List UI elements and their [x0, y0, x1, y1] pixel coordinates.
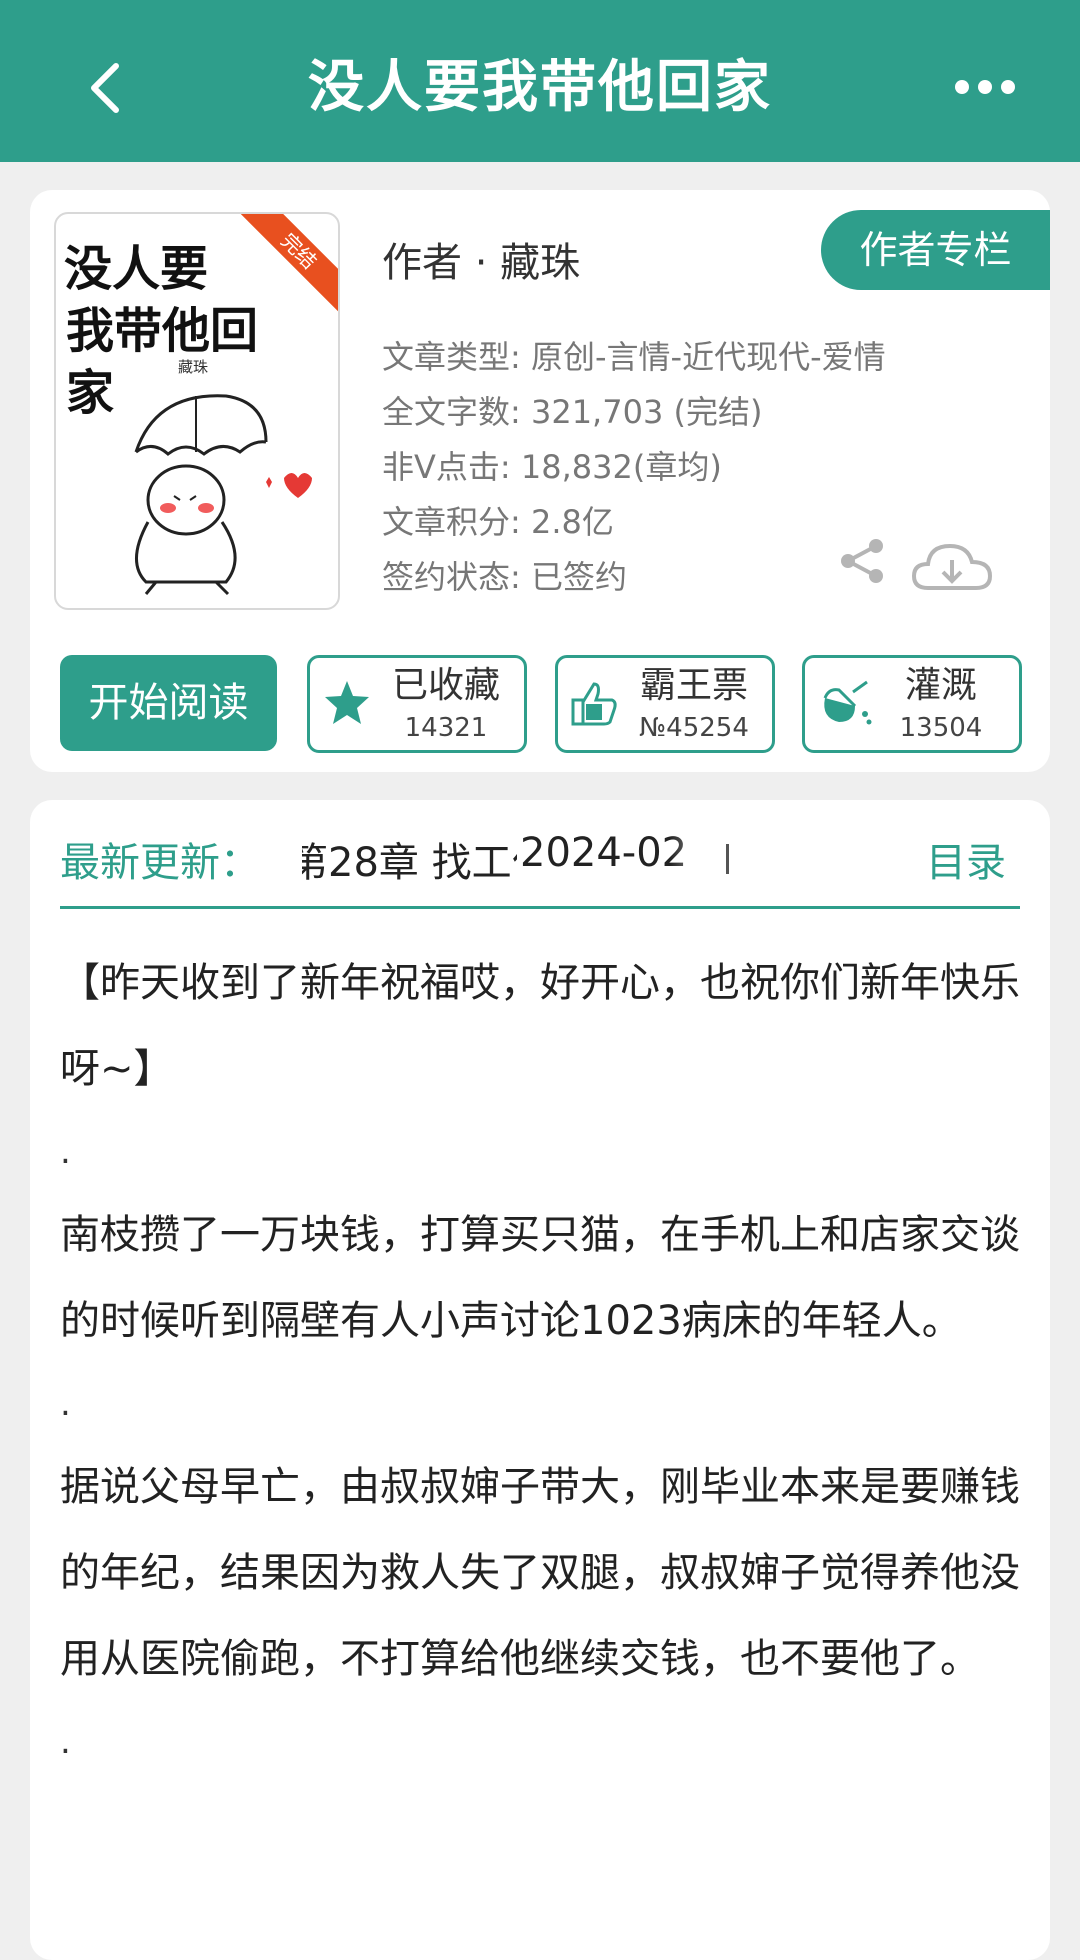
meta-label: 全文字数:	[382, 393, 521, 431]
irrigate-label: 灌溉	[904, 665, 977, 706]
latest-update-bar[interactable]: 最新更新： 第28章 找工作啦 2024-02 目录	[60, 822, 1020, 909]
irrigate-count: 13504	[899, 713, 983, 743]
chevron-left-icon	[91, 63, 119, 113]
watering-icon	[823, 680, 872, 725]
paragraph-separator: .	[60, 1384, 71, 1424]
meta-value: 321,703 (完结)	[530, 393, 763, 431]
latest-chapter-marquee: 第28章 找工作啦	[302, 830, 517, 886]
latest-update-label: 最新更新：	[60, 840, 260, 886]
cloud-download-icon[interactable]	[910, 536, 994, 596]
cover-author: 藏珠	[178, 358, 209, 376]
meta-genre: 文章类型: 原创-言情-近代现代-爱情	[382, 330, 886, 385]
intro-paragraph: 据说父母早亡，由叔叔婶子带大，刚毕业本来是要赚钱的年纪，结果因为救人失了双腿，叔…	[60, 1464, 1020, 1682]
meta-contract: 签约状态: 已签约	[382, 550, 882, 605]
intro-text: 【昨天收到了新年祝福哎，好开心，也祝你们新年快乐呀~】 . 南枝攒了一万块钱，打…	[60, 940, 1020, 1782]
cover-title-line1: 没人要	[64, 241, 209, 297]
irrigate-button[interactable]: 灌溉 13504	[802, 655, 1022, 753]
bawang-ticket-label: 霸王票	[639, 665, 748, 706]
meta-score: 文章积分: 2.8亿	[382, 495, 882, 550]
author-name[interactable]: 作者 · 藏珠	[382, 230, 580, 288]
paragraph-separator: .	[60, 1722, 71, 1762]
meta-clicks: 非Ⅴ点击: 18,832(章均)	[382, 440, 882, 495]
meta-label: 非Ⅴ点击:	[382, 448, 511, 486]
book-meta-list: 文章类型: 原创-言情-近代现代-爱情 全文字数: 321,703 (完结) 非…	[382, 330, 886, 605]
favorite-button[interactable]: 已收藏 14321	[307, 655, 527, 753]
thumbs-up-icon	[571, 682, 617, 726]
meta-value: 已签约	[530, 558, 627, 596]
intro-paragraph: 【昨天收到了新年祝福哎，好开心，也祝你们新年快乐呀~】	[60, 960, 1020, 1092]
intro-paragraph: 南枝攒了一万块钱，打算买只猫，在手机上和店家交谈的时候听到隔壁有人小声讨论102…	[60, 1212, 1020, 1344]
start-reading-button[interactable]: 开始阅读	[60, 655, 277, 751]
back-button[interactable]	[72, 48, 136, 128]
meta-label: 签约状态:	[382, 558, 521, 596]
favorite-label: 已收藏	[391, 665, 500, 706]
meta-label: 文章积分:	[382, 503, 521, 541]
latest-update-date: 2024-02	[520, 830, 688, 876]
meta-value: 原创-言情-近代现代-爱情	[530, 338, 886, 376]
marquee-divider	[726, 844, 729, 874]
cover-illustration	[134, 394, 312, 596]
chapter-preview-card: 最新更新： 第28章 找工作啦 2024-02 目录 【昨天收到了新年祝福哎，好…	[30, 800, 1050, 1960]
share-icon[interactable]	[838, 536, 888, 586]
star-icon	[325, 681, 369, 724]
more-dots-icon	[955, 80, 1015, 94]
page-title: 没人要我带他回家	[308, 55, 772, 120]
meta-label: 文章类型:	[382, 338, 521, 376]
bawang-ticket-count: №45254	[639, 713, 749, 743]
author-column-button[interactable]: 作者专栏	[821, 210, 1050, 290]
bawang-ticket-button[interactable]: 霸王票 №45254	[555, 655, 775, 753]
latest-chapter-title[interactable]: 第28章 找工作啦	[302, 830, 517, 886]
meta-value: 2.8亿	[530, 503, 614, 541]
top-bar: 没人要我带他回家	[0, 0, 1080, 162]
favorite-count: 14321	[404, 713, 488, 743]
marquee-fade	[670, 830, 730, 886]
book-info-card: 没人要 我带他回家 藏珠 完结 作者 · 藏珠 作者专栏 文章类型: 原创-言情…	[30, 190, 1050, 772]
paragraph-separator: .	[60, 1132, 71, 1172]
meta-word-count: 全文字数: 321,703 (完结)	[382, 385, 882, 440]
more-button[interactable]	[940, 62, 1030, 112]
meta-value: 18,832(章均)	[520, 448, 722, 486]
table-of-contents-button[interactable]: 目录	[926, 830, 1006, 888]
book-cover[interactable]: 没人要 我带他回家 藏珠 完结	[54, 212, 340, 610]
